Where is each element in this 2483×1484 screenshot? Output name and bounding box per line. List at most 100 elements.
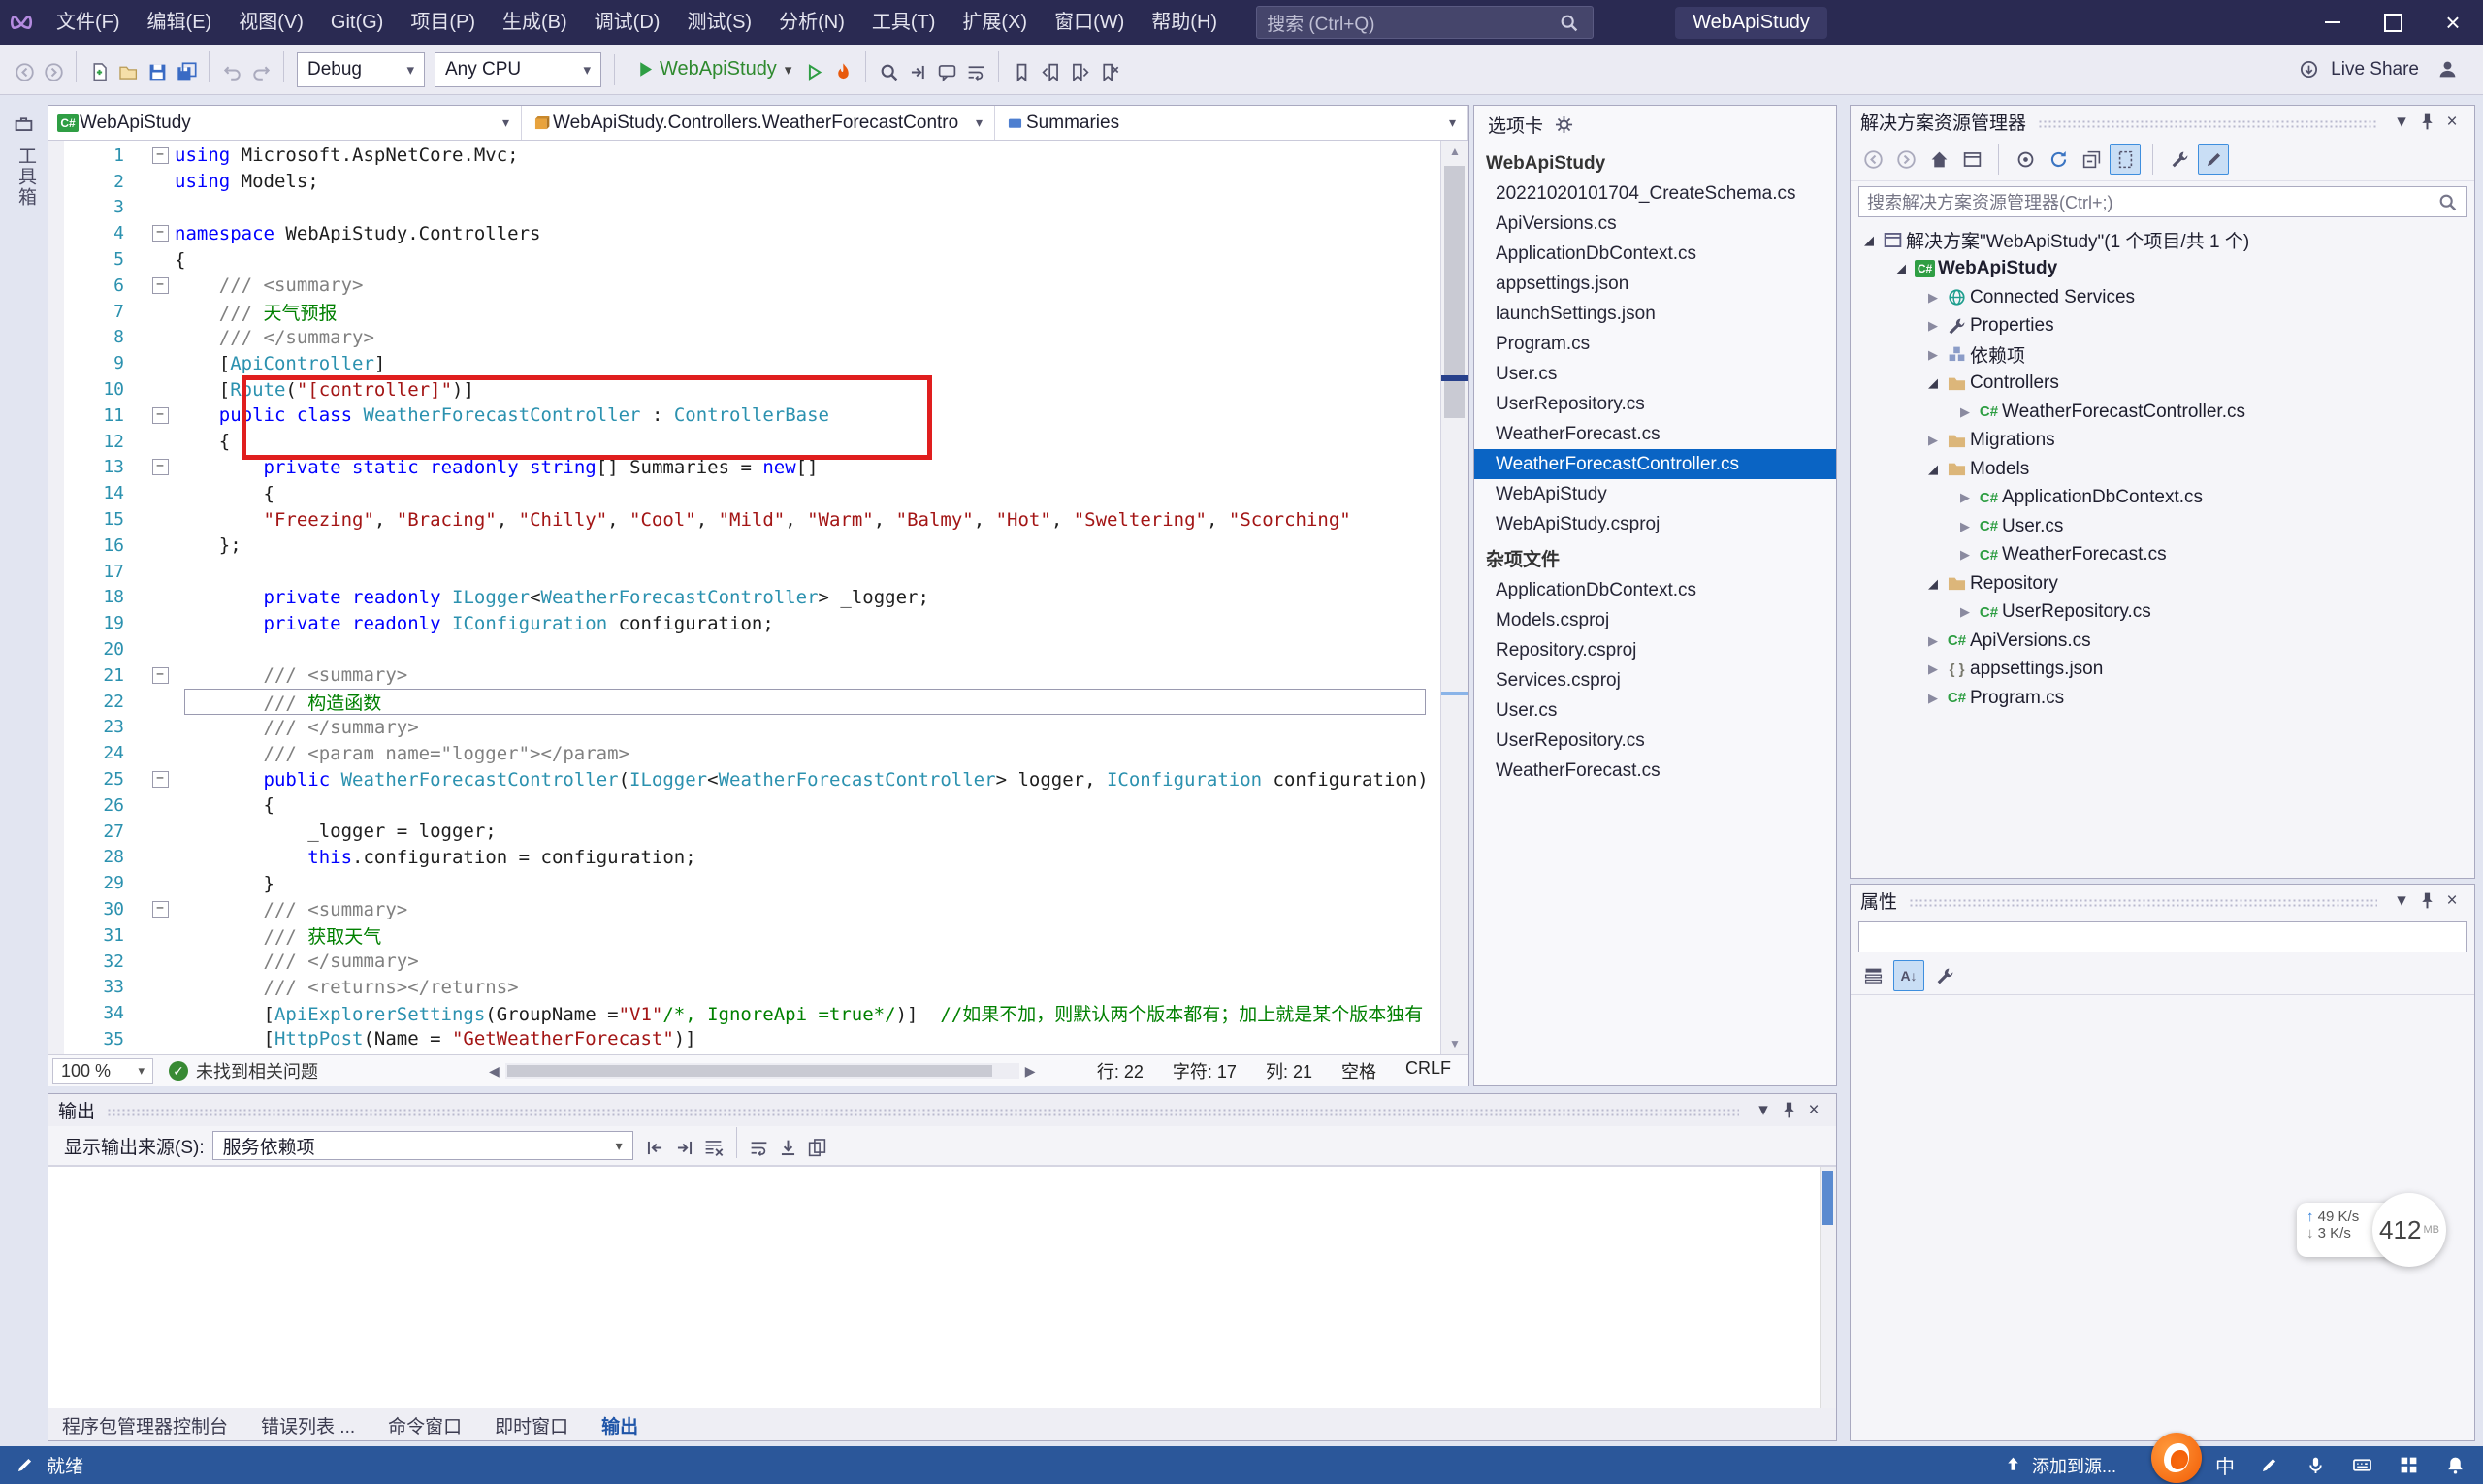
comment-icon[interactable] [932,58,961,87]
code-line[interactable]: 22 /// 构造函数 [48,689,1442,715]
open-document-item[interactable]: WeatherForecast.cs [1474,756,1836,786]
navigate-icon[interactable] [903,58,932,87]
tree-item[interactable]: ▶ C# Program.cs [1851,684,2474,713]
tree-item[interactable]: ▶ { } appsettings.json [1851,656,2474,685]
code-line[interactable]: 6 − /// <summary> [48,273,1442,299]
tree-item[interactable]: ▶ C# WeatherForecastController.cs [1851,398,2474,427]
open-document-item[interactable]: ApplicationDbContext.cs [1474,239,1836,269]
code-line[interactable]: 25 − public WeatherForecastController(ILo… [48,766,1442,792]
tool-window-tab[interactable]: 输出 [601,1412,638,1438]
toolbox-icon[interactable] [9,109,38,138]
close-button[interactable]: × [2423,0,2483,45]
code-line[interactable]: 8 /// </summary> [48,325,1442,351]
code-line[interactable]: 26 { [48,792,1442,819]
code-line[interactable]: 14 { [48,480,1442,506]
code-line[interactable]: 19 private readonly IConfiguration confi… [48,610,1442,636]
redo-icon[interactable] [246,58,275,87]
bookmark-next-icon[interactable] [1065,58,1094,87]
tree-expander-icon[interactable]: ▶ [1922,661,1944,677]
memory-monitor-badge[interactable]: 412 MB [2372,1193,2446,1267]
tree-expander-icon[interactable]: ▶ [1922,290,1944,306]
keyboard-icon[interactable] [2349,1453,2374,1478]
fold-marker[interactable]: − [145,225,175,242]
nav-back-icon[interactable] [1858,145,1887,174]
pin-icon[interactable] [1776,1098,1801,1123]
alphabetical-icon[interactable]: A↓ [1893,960,1924,991]
scroll-right-icon[interactable]: ▶ [1019,1063,1042,1080]
tool-window-tab[interactable]: 命令窗口 [388,1412,462,1438]
save-icon[interactable] [143,58,172,87]
editor-nav-dropdown[interactable]: C# WebApiStudy ▾ [48,106,522,140]
tree-expander-icon[interactable]: ▶ [1954,519,1976,534]
indent-mode[interactable]: 空格 [1341,1058,1376,1083]
open-document-item[interactable]: WebApiStudy [1474,479,1836,509]
editor-vertical-scrollbar[interactable]: ▲ ▼ [1440,141,1468,1054]
close-icon[interactable]: × [1801,1098,1826,1123]
fold-marker[interactable]: − [145,276,175,294]
editor-horizontal-scrollbar[interactable]: ◀ ▶ [483,1063,1042,1080]
word-wrap-icon[interactable] [745,1134,774,1163]
input-grid-icon[interactable] [2396,1453,2421,1478]
code-line[interactable]: 16 }; [48,532,1442,559]
tree-item[interactable]: ◢ Repository [1851,569,2474,598]
code-line[interactable]: 5{ [48,246,1442,273]
open-document-item[interactable]: Services.csproj [1474,665,1836,695]
menu-item[interactable]: 帮助(H) [1138,0,1231,45]
code-line[interactable]: 20 [48,636,1442,662]
gear-icon[interactable] [1553,113,1574,135]
word-wrap-icon[interactable] [961,58,990,87]
tree-item[interactable]: ▶ Migrations [1851,427,2474,456]
categorized-icon[interactable] [1858,961,1887,990]
clear-all-icon[interactable] [699,1134,728,1163]
collapse-all-icon[interactable] [2077,145,2106,174]
fold-marker[interactable]: − [145,146,175,164]
solution-config-dropdown[interactable]: Debug ▾ [297,51,425,87]
menu-item[interactable]: 测试(S) [673,0,765,45]
new-project-icon[interactable] [84,58,113,87]
wrench-icon[interactable] [2165,145,2194,174]
code-line[interactable]: 27 _logger = logger; [48,819,1442,845]
autoscroll-icon[interactable] [774,1134,803,1163]
ime-mode-indicator[interactable]: 中 [2215,1451,2235,1479]
scroll-up-icon[interactable]: ▲ [1441,141,1468,162]
code-line[interactable]: 28 this.configuration = configuration; [48,845,1442,871]
code-line[interactable]: 1 − using Microsoft.AspNetCore.Mvc; [48,143,1442,169]
open-document-item[interactable]: launchSettings.json [1474,299,1836,329]
close-icon[interactable]: × [2439,888,2465,914]
open-document-item[interactable]: User.cs [1474,695,1836,726]
pin-icon[interactable] [2414,888,2439,914]
tree-item[interactable]: ◢ C# WebApiStudy [1851,255,2474,284]
open-document-item[interactable]: Repository.csproj [1474,635,1836,665]
close-icon[interactable]: × [2439,110,2465,135]
tree-expander-icon[interactable]: ▶ [1922,633,1944,649]
nav-forward-icon[interactable] [1891,145,1920,174]
nav-back-icon[interactable] [10,58,39,87]
refresh-icon[interactable] [2044,145,2073,174]
undo-icon[interactable] [217,58,246,87]
code-line[interactable]: 33 /// <returns></returns> [48,975,1442,1001]
save-all-icon[interactable] [172,58,201,87]
menu-item[interactable]: 生成(B) [489,0,581,45]
tree-item[interactable]: ▶ C# WeatherForecast.cs [1851,541,2474,570]
screen-recorder-overlay-icon[interactable] [2151,1433,2202,1483]
menu-item[interactable]: 文件(F) [43,0,134,45]
goto-prev-icon[interactable] [641,1134,670,1163]
bookmark-icon[interactable] [1007,58,1036,87]
pin-icon[interactable] [2414,110,2439,135]
code-line[interactable]: 3 [48,195,1442,221]
tree-expander-icon[interactable]: ▶ [1954,404,1976,420]
tree-expander-icon[interactable]: ◢ [1858,233,1880,248]
find-icon[interactable] [874,58,903,87]
code-line[interactable]: 31 /// 获取天气 [48,922,1442,949]
home-icon[interactable] [1924,145,1953,174]
code-health-indicator[interactable]: ✓ 未找到相关问题 [169,1058,318,1083]
open-document-item[interactable]: UserRepository.cs [1474,389,1836,419]
tree-expander-icon[interactable]: ▶ [1922,318,1944,334]
code-line[interactable]: 34 [ApiExplorerSettings(GroupName ="V1"/… [48,1000,1442,1026]
fold-marker[interactable]: − [145,459,175,476]
open-document-item[interactable]: WeatherForecastController.cs [1474,449,1836,479]
background-tasks-icon[interactable] [12,1453,37,1478]
tree-item[interactable]: ◢ Controllers [1851,370,2474,399]
open-document-item[interactable]: appsettings.json [1474,269,1836,299]
nav-forward-icon[interactable] [39,58,68,87]
